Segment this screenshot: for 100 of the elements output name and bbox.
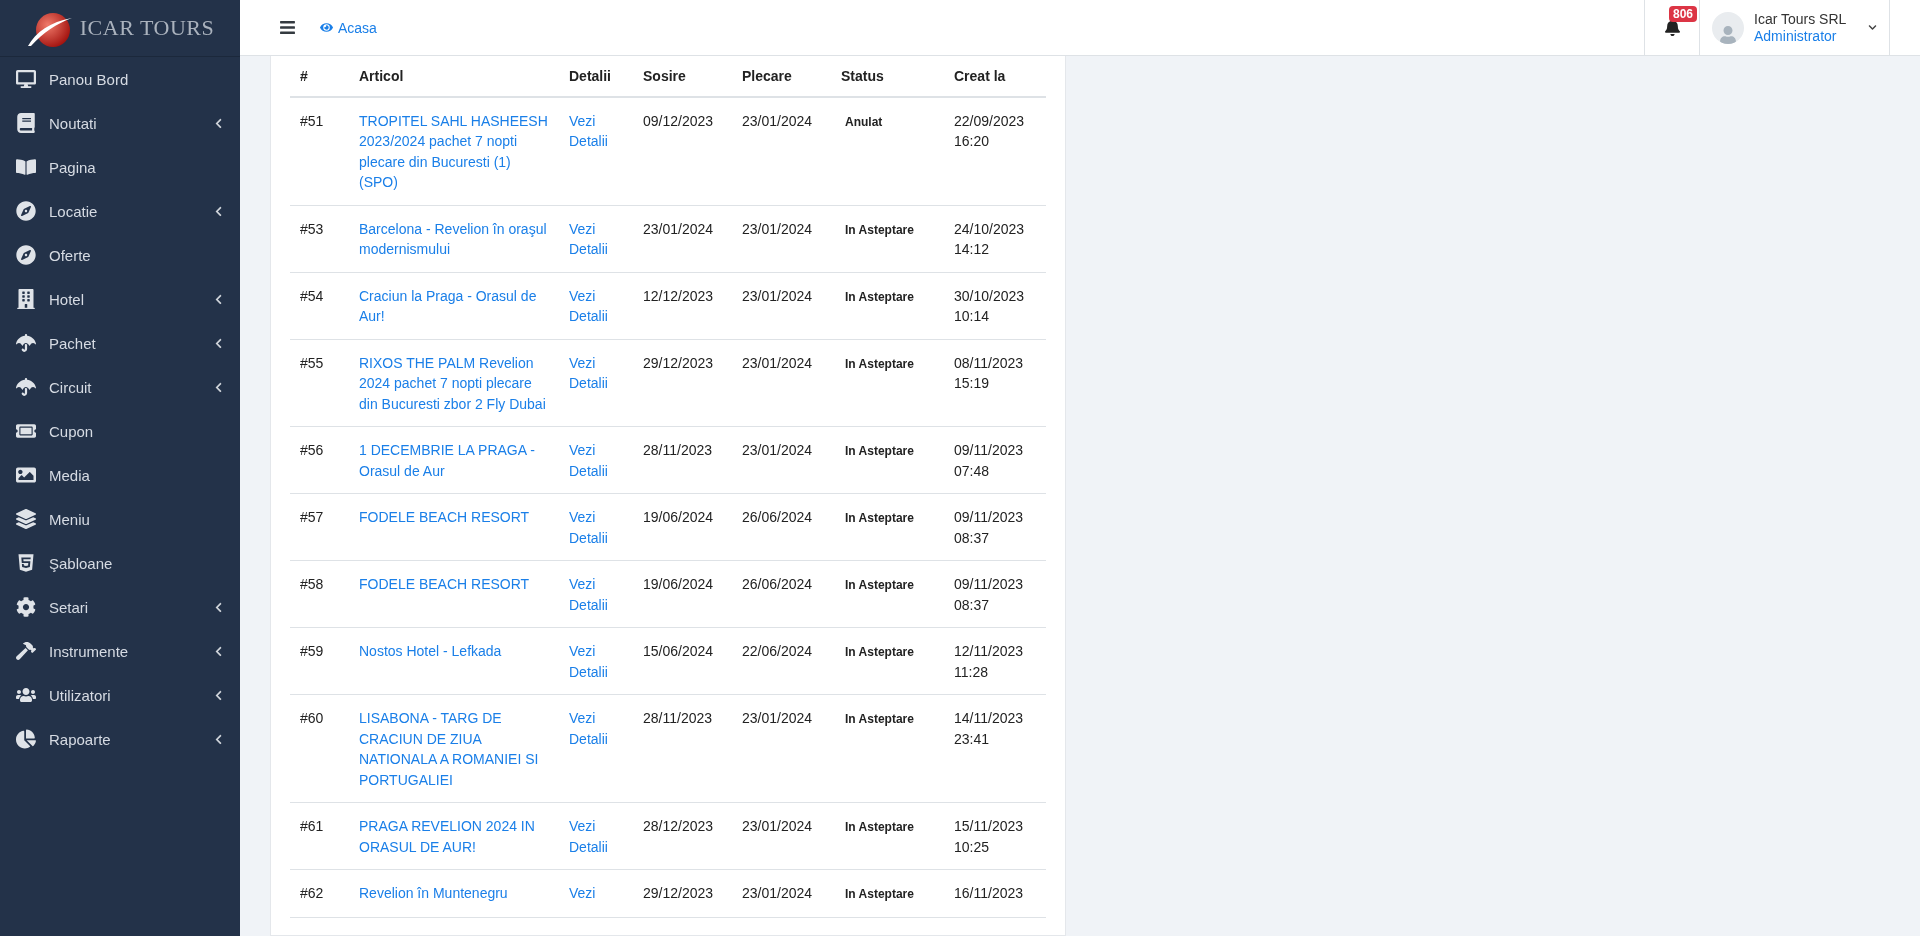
details-link[interactable]: Vezi Detalii bbox=[569, 816, 623, 857]
user-role: Administrator bbox=[1754, 27, 1838, 45]
details-link[interactable]: Vezi Detalii bbox=[569, 218, 623, 260]
article-link[interactable]: Barcelona - Revelion în oraşul modernismului bbox=[359, 218, 549, 260]
hammer-icon bbox=[16, 641, 36, 661]
status-label: In Asteptare bbox=[844, 289, 914, 304]
column-header: # bbox=[290, 56, 349, 97]
image-icon bbox=[16, 465, 36, 485]
table-cell: #58 bbox=[290, 560, 349, 628]
details-link[interactable]: Vezi Detalii bbox=[569, 641, 623, 682]
table-cell: 23/01/2024 bbox=[732, 96, 831, 205]
table-cell: 30/10/2023 10:14 bbox=[944, 272, 1046, 339]
article-link[interactable]: FODELE BEACH RESORT bbox=[359, 507, 549, 528]
sidebar-item[interactable]: Oferte bbox=[0, 233, 240, 277]
umbrella-icon bbox=[16, 377, 36, 397]
table-cell: 23/01/2024 bbox=[633, 205, 732, 272]
sidebar-item[interactable]: Cupon bbox=[0, 409, 240, 453]
layers-icon bbox=[16, 509, 36, 529]
details-link[interactable]: Vezi Detalii bbox=[569, 440, 623, 481]
html5-icon bbox=[16, 553, 36, 573]
details-link[interactable]: Vezi Detalii bbox=[569, 574, 623, 615]
ticket-icon bbox=[16, 421, 36, 441]
details-link[interactable]: Vezi Detalii bbox=[569, 708, 623, 749]
sidebar-item[interactable]: Setari bbox=[0, 585, 240, 629]
bell-icon bbox=[1663, 19, 1681, 36]
status-label: In Asteptare bbox=[844, 578, 914, 592]
chevron-icon bbox=[213, 601, 224, 613]
pie-chart-icon bbox=[16, 729, 36, 749]
chevron-icon bbox=[213, 381, 224, 393]
sidebar-item[interactable]: Noutati bbox=[0, 101, 240, 145]
table-cell: #57 bbox=[290, 493, 349, 561]
home-link[interactable]: Acasa bbox=[320, 19, 377, 36]
details-link[interactable]: Vezi Detalii bbox=[569, 110, 623, 152]
table-cell: 09/11/2023 08:37 bbox=[944, 560, 1046, 628]
status-label: In Asteptare bbox=[844, 645, 914, 659]
status-label: In Asteptare bbox=[844, 356, 914, 371]
table-cell: 29/12/2023 bbox=[633, 869, 732, 917]
notifications-button[interactable]: 806 bbox=[1644, 0, 1700, 55]
sidebar-item[interactable]: Hotel bbox=[0, 277, 240, 321]
article-link[interactable]: RIXOS THE PALM Revelion 2024 pachet 7 nopti plecare din Bucuresti zbor 2 Fly Dubai bbox=[359, 352, 549, 414]
sidebar-item[interactable]: Rapoarte bbox=[0, 717, 240, 761]
table-cell: #56 bbox=[290, 426, 349, 494]
table-cell: 23/01/2024 bbox=[732, 869, 831, 917]
column-header: Status bbox=[831, 56, 944, 97]
notification-count: 806 bbox=[1669, 6, 1698, 22]
sidebar-item[interactable]: Pagina bbox=[0, 145, 240, 189]
table-cell: #61 bbox=[290, 802, 349, 870]
eye-icon bbox=[320, 21, 333, 34]
table-cell: #62 bbox=[290, 869, 349, 917]
table-cell: #59 bbox=[290, 627, 349, 695]
status-label: In Asteptare bbox=[844, 222, 914, 237]
column-header: Creat la bbox=[944, 56, 1046, 97]
table-cell: 22/06/2024 bbox=[732, 627, 831, 695]
logo-text: ICAR TOURS bbox=[79, 15, 215, 41]
book-icon bbox=[16, 113, 36, 133]
article-link[interactable]: TROPITEL SAHL HASHEESH 2023/2024 pachet 7 nopti plecare din Bucuresti (1) (SPO) bbox=[359, 110, 549, 193]
table-cell: 09/11/2023 07:48 bbox=[944, 426, 1046, 494]
table-cell: 22/09/2023 16:20 bbox=[944, 96, 1046, 205]
table-cell: 28/12/2023 bbox=[633, 802, 732, 870]
chevron-icon bbox=[213, 337, 224, 349]
article-link[interactable]: Nostos Hotel - Lefkada bbox=[359, 641, 549, 662]
sidebar-item[interactable]: Circuit bbox=[0, 365, 240, 409]
sidebar-item[interactable]: Şabloane bbox=[0, 541, 240, 585]
article-link[interactable]: LISABONA - TARG DE CRACIUN DE ZIUA NATIONALA A ROMANIEI SI PORTUGALIEI bbox=[359, 708, 549, 790]
article-link[interactable]: 1 DECEMBRIE LA PRAGA - Orasul de Aur bbox=[359, 440, 549, 481]
article-link[interactable]: PRAGA REVELION 2024 IN ORASUL DE AUR! bbox=[359, 816, 549, 857]
table-cell: 19/06/2024 bbox=[633, 493, 732, 561]
table-cell: #53 bbox=[290, 205, 349, 272]
table-cell: 26/06/2024 bbox=[732, 560, 831, 628]
column-header: Plecare bbox=[732, 56, 831, 97]
sidebar-item[interactable]: Locatie bbox=[0, 189, 240, 233]
status-label: In Asteptare bbox=[844, 444, 914, 458]
table-cell: 28/11/2023 bbox=[633, 426, 732, 494]
chevron-icon bbox=[213, 205, 224, 217]
table-cell: #60 bbox=[290, 694, 349, 803]
sidebar-item[interactable]: Utilizatori bbox=[0, 673, 240, 717]
article-link[interactable]: Revelion în Muntenegru bbox=[359, 883, 549, 904]
column-header: Detalii bbox=[559, 56, 633, 97]
article-link[interactable]: Craciun la Praga - Orasul de Aur! bbox=[359, 285, 549, 327]
status-label: In Asteptare bbox=[844, 820, 914, 834]
sidebar-item[interactable]: Pachet bbox=[0, 321, 240, 365]
details-link[interactable]: Vezi bbox=[569, 883, 623, 904]
article-link[interactable]: FODELE BEACH RESORT bbox=[359, 574, 549, 595]
table-cell: 14/11/2023 23:41 bbox=[944, 694, 1046, 803]
table-cell: #54 bbox=[290, 272, 349, 339]
chevron-icon bbox=[213, 117, 224, 129]
details-link[interactable]: Vezi Detalii bbox=[569, 507, 623, 548]
compass-icon bbox=[16, 245, 36, 265]
sidebar-item[interactable]: Meniu bbox=[0, 497, 240, 541]
sidebar-item[interactable]: Media bbox=[0, 453, 240, 497]
sidebar-item[interactable]: Panou Bord bbox=[0, 57, 240, 101]
avatar-icon bbox=[1712, 11, 1744, 44]
details-link[interactable]: Vezi Detalii bbox=[569, 285, 623, 327]
sidebar-item[interactable]: Instrumente bbox=[0, 629, 240, 673]
status-label: Anulat bbox=[844, 114, 883, 129]
details-link[interactable]: Vezi Detalii bbox=[569, 352, 623, 394]
status-label: In Asteptare bbox=[844, 511, 914, 525]
table-cell: #51 bbox=[290, 96, 349, 205]
chevron-icon bbox=[213, 293, 224, 305]
user-menu[interactable]: Icar Tours SRL Administrator bbox=[1700, 0, 1890, 55]
